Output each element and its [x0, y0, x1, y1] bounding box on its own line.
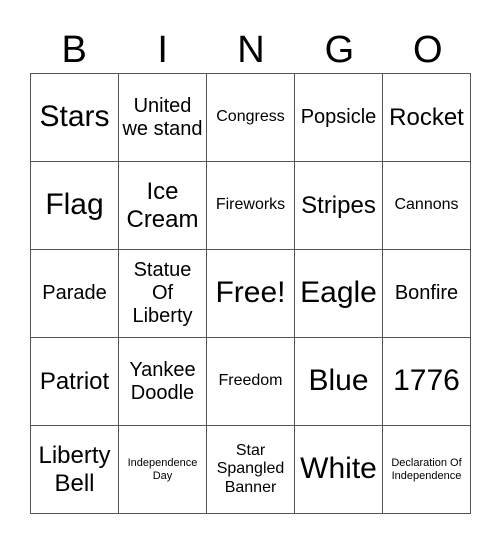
bingo-cell[interactable]: Parade [31, 250, 119, 338]
bingo-cell[interactable]: Rocket [383, 74, 471, 162]
bingo-cell[interactable]: Stripes [295, 162, 383, 250]
header-letter-o: O [413, 29, 443, 71]
bingo-cell[interactable]: United we stand [119, 74, 207, 162]
bingo-cell[interactable]: White [295, 426, 383, 514]
bingo-cell[interactable]: 1776 [383, 338, 471, 426]
bingo-cell[interactable]: Freedom [207, 338, 295, 426]
bingo-cell[interactable]: Cannons [383, 162, 471, 250]
header-letter-i: I [157, 29, 168, 71]
bingo-cell[interactable]: Bonfire [383, 250, 471, 338]
bingo-cell[interactable]: Patriot [31, 338, 119, 426]
bingo-cell[interactable]: Fireworks [207, 162, 295, 250]
bingo-cell[interactable]: Free! [207, 250, 295, 338]
header-letter-g: G [324, 29, 355, 71]
header-letter-n: N [237, 29, 265, 71]
bingo-cell[interactable]: Star Spangled Banner [207, 426, 295, 514]
bingo-cell[interactable]: Eagle [295, 250, 383, 338]
bingo-cell[interactable]: Ice Cream [119, 162, 207, 250]
bingo-cell[interactable]: Flag [31, 162, 119, 250]
bingo-header: B I N G O [30, 28, 472, 72]
bingo-cell[interactable]: Statue Of Liberty [119, 250, 207, 338]
bingo-cell[interactable]: Declaration Of Independence [383, 426, 471, 514]
bingo-cell[interactable]: Stars [31, 74, 119, 162]
header-letter-b: B [61, 29, 87, 71]
bingo-cell[interactable]: Congress [207, 74, 295, 162]
bingo-grid: Stars United we stand Congress Popsicle Rock… [30, 73, 471, 514]
bingo-cell[interactable]: Blue [295, 338, 383, 426]
bingo-cell[interactable]: Liberty Bell [31, 426, 119, 514]
bingo-cell[interactable]: Yankee Doodle [119, 338, 207, 426]
bingo-cell[interactable]: Independence Day [119, 426, 207, 514]
bingo-cell[interactable]: Popsicle [295, 74, 383, 162]
